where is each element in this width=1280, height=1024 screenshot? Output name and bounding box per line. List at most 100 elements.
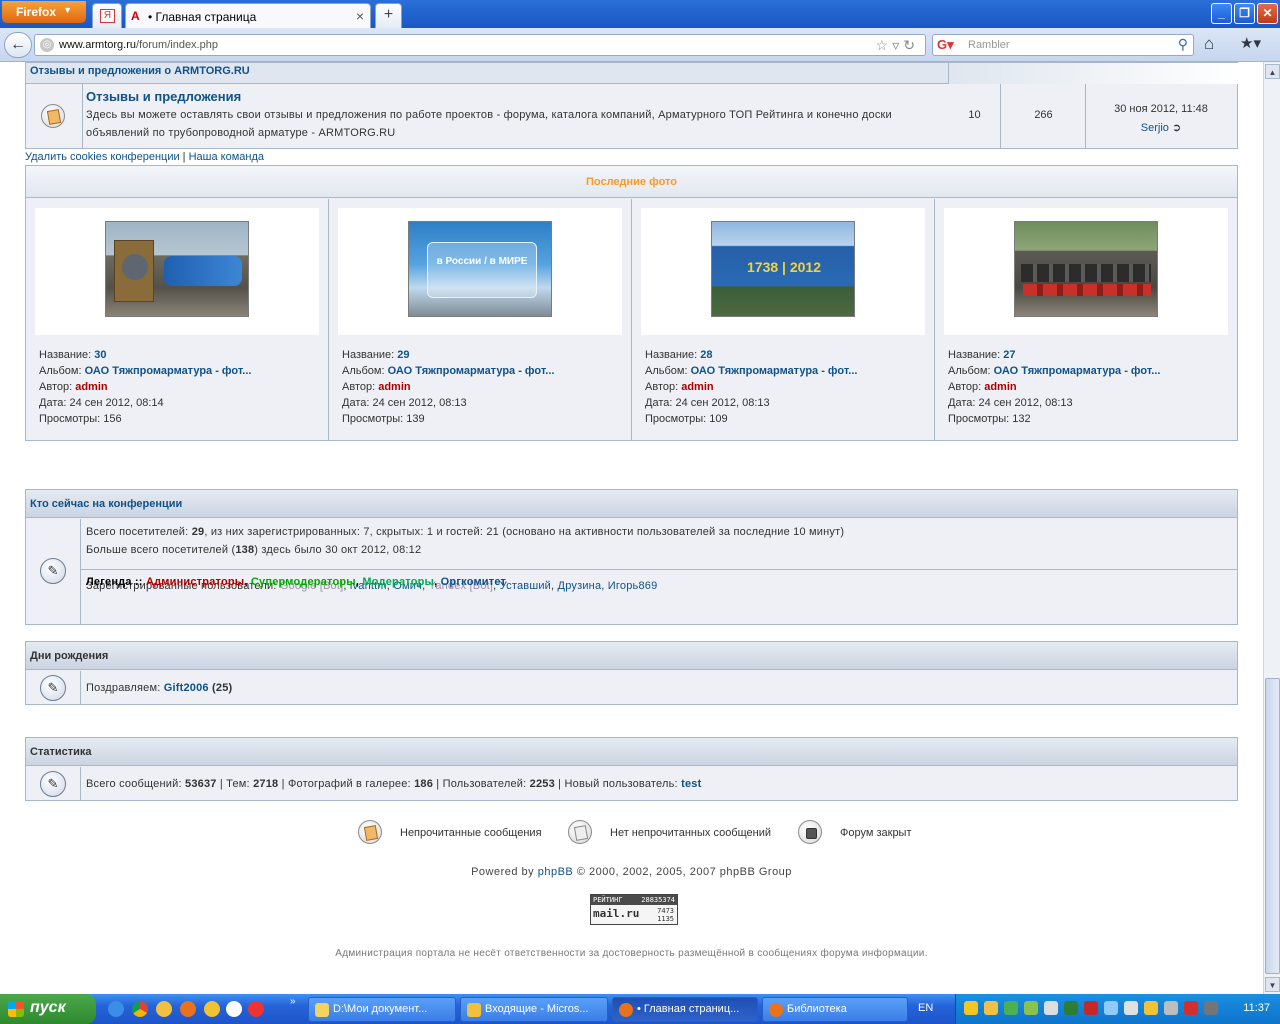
- photo-thumbnail[interactable]: [105, 221, 249, 317]
- bookmark-star-icon[interactable]: ☆: [876, 37, 893, 53]
- printer-icon[interactable]: [1044, 1001, 1058, 1015]
- photo-card: в России / в МИРЕ Название: 29 Альбом: О…: [329, 199, 632, 441]
- update-icon[interactable]: [1024, 1001, 1038, 1015]
- firefox-icon[interactable]: [180, 1001, 196, 1017]
- close-tab-icon[interactable]: ×: [356, 8, 364, 24]
- photo-author-link[interactable]: admin: [75, 381, 107, 393]
- birthday-user-link[interactable]: Gift2006: [164, 682, 209, 694]
- photo-album-link[interactable]: ОАО Тяжпромарматура - фот...: [85, 365, 252, 377]
- legend-groups: Администраторы, Супермодераторы, Модерат…: [146, 576, 506, 588]
- settings-icon[interactable]: [1204, 1001, 1218, 1015]
- mail-icon[interactable]: [984, 1001, 998, 1015]
- close-window-button[interactable]: ✕: [1257, 3, 1278, 24]
- powered-prefix: Powered by: [471, 866, 535, 878]
- rambler-engine-icon[interactable]: G▾: [937, 37, 954, 53]
- bookmarks-icon[interactable]: ★▾: [1240, 34, 1261, 52]
- scroll-down-icon[interactable]: ▼: [1265, 977, 1280, 992]
- folder-icon: [315, 1003, 329, 1017]
- counter-today: 7473: [657, 907, 674, 915]
- quicklaunch-more-icon[interactable]: »: [290, 996, 296, 1007]
- legend-group-link[interactable]: Администраторы: [146, 576, 244, 588]
- photo-frame: 1738 | 2012: [641, 208, 925, 335]
- photo-thumbnail[interactable]: 1738 | 2012: [711, 221, 855, 317]
- photo-author-link[interactable]: admin: [984, 381, 1016, 393]
- volume-icon[interactable]: [1104, 1001, 1118, 1015]
- legend-group-link[interactable]: Оргкомитет: [441, 576, 506, 588]
- photo-meta: Название: 30 Альбом: ОАО Тяжпромарматура…: [39, 347, 251, 427]
- outlook-icon[interactable]: [156, 1001, 172, 1017]
- maximize-button[interactable]: ❐: [1234, 3, 1255, 24]
- photo-album-link[interactable]: ОАО Тяжпромарматура - фот...: [691, 365, 858, 377]
- kaspersky-icon[interactable]: [1184, 1001, 1198, 1015]
- legend-group-link[interactable]: Супермодераторы: [251, 576, 356, 588]
- task-outlook[interactable]: Входящие - Micros...: [460, 997, 608, 1022]
- vertical-scrollbar[interactable]: ▲ ▼: [1263, 62, 1280, 994]
- torrent-icon[interactable]: [1084, 1001, 1098, 1015]
- home-icon[interactable]: ⌂: [1204, 34, 1214, 54]
- yandex-browser-icon[interactable]: [248, 1001, 264, 1017]
- photo-name-link[interactable]: 28: [700, 349, 712, 361]
- stats-topics: 2718: [253, 778, 279, 790]
- monitor-icon[interactable]: [1124, 1001, 1138, 1015]
- delete-cookies-link[interactable]: Удалить cookies конференции: [25, 151, 180, 163]
- goto-last-post-icon[interactable]: ➲: [1172, 122, 1181, 134]
- photo-name-link[interactable]: 30: [94, 349, 106, 361]
- photo-author-link[interactable]: admin: [681, 381, 713, 393]
- minimize-button[interactable]: _: [1211, 3, 1232, 24]
- category-title-link[interactable]: Отзывы и предложения о ARMTORG.RU: [30, 65, 250, 77]
- new-tab-button[interactable]: +: [375, 3, 402, 28]
- photo-author-link[interactable]: admin: [378, 381, 410, 393]
- security-shield-icon[interactable]: [964, 1001, 978, 1015]
- photo-thumbnail[interactable]: в России / в МИРЕ: [408, 221, 552, 317]
- who-is-online-header[interactable]: Кто сейчас на конференции: [26, 490, 1237, 518]
- device-icon[interactable]: [1164, 1001, 1178, 1015]
- last-post-author-link[interactable]: Serjio: [1141, 122, 1169, 134]
- photo-date: 24 сен 2012, 08:13: [675, 397, 770, 409]
- photo-album-link[interactable]: ОАО Тяжпромарматура - фот...: [388, 365, 555, 377]
- team-link[interactable]: Наша команда: [189, 151, 264, 163]
- back-button[interactable]: ←: [4, 32, 32, 58]
- reload-icon[interactable]: ↻: [903, 37, 919, 53]
- forum-footer-links: Удалить cookies конференции | Наша коман…: [25, 151, 264, 163]
- start-button[interactable]: пуск: [0, 994, 96, 1024]
- firefox-menu-button[interactable]: Firefox ▼: [2, 1, 86, 23]
- ie-icon[interactable]: [108, 1001, 124, 1017]
- latest-photos: Последние фото Название: 30 Альбом: ОАО …: [25, 165, 1238, 441]
- task-library[interactable]: Библиотека: [762, 997, 908, 1022]
- photo-author-label: Автор:: [645, 381, 679, 393]
- photo-name-label: Название:: [39, 349, 92, 361]
- legend-group-link[interactable]: Модераторы: [362, 576, 434, 588]
- newest-user-link[interactable]: test: [681, 778, 701, 790]
- winamp-icon[interactable]: [204, 1001, 220, 1017]
- armtorg-favicon-icon: A: [131, 9, 140, 23]
- photo-name-link[interactable]: 27: [1003, 349, 1015, 361]
- tab-main-page[interactable]: A • Главная страница ×: [125, 3, 371, 28]
- chrome-icon[interactable]: [132, 1001, 148, 1017]
- mailru-rating-counter[interactable]: РЕЙТИНГ 28835374 mail.ru 7473 1135: [590, 894, 678, 925]
- dropdown-icon[interactable]: ▿: [892, 37, 903, 53]
- network-icon[interactable]: [1004, 1001, 1018, 1015]
- task-firefox[interactable]: • Главная страниц...: [612, 997, 758, 1022]
- chevron-down-icon: ▼: [63, 5, 72, 15]
- scroll-up-icon[interactable]: ▲: [1265, 64, 1280, 79]
- tab-yandex[interactable]: Я: [92, 3, 122, 28]
- tool-icon[interactable]: [1144, 1001, 1158, 1015]
- task-explorer[interactable]: D:\Мои документ...: [308, 997, 456, 1022]
- search-icon[interactable]: ⚲: [1178, 36, 1188, 53]
- forum-title-link[interactable]: Отзывы и предложения: [86, 89, 241, 104]
- outlook-icon: [467, 1003, 481, 1017]
- address-bar[interactable]: ◎ www.armtorg.ru/forum/index.php ☆▿↻: [34, 34, 926, 56]
- photo-thumbnail[interactable]: [1014, 221, 1158, 317]
- photo-name-label: Название:: [342, 349, 395, 361]
- antivirus-icon[interactable]: [1064, 1001, 1078, 1015]
- online-record-max: 138: [235, 544, 255, 556]
- photo-name-link[interactable]: 29: [397, 349, 409, 361]
- category-header: Отзывы и предложения о ARMTORG.RU: [26, 63, 948, 84]
- language-indicator[interactable]: EN: [918, 1002, 933, 1014]
- media-player-icon[interactable]: [226, 1001, 242, 1017]
- latest-photos-header: Последние фото: [26, 166, 1237, 198]
- scroll-thumb[interactable]: [1265, 678, 1280, 974]
- search-bar[interactable]: G▾ Rambler ⚲: [932, 34, 1194, 56]
- phpbb-link[interactable]: phpBB: [538, 866, 574, 878]
- photo-album-link[interactable]: ОАО Тяжпромарматура - фот...: [994, 365, 1161, 377]
